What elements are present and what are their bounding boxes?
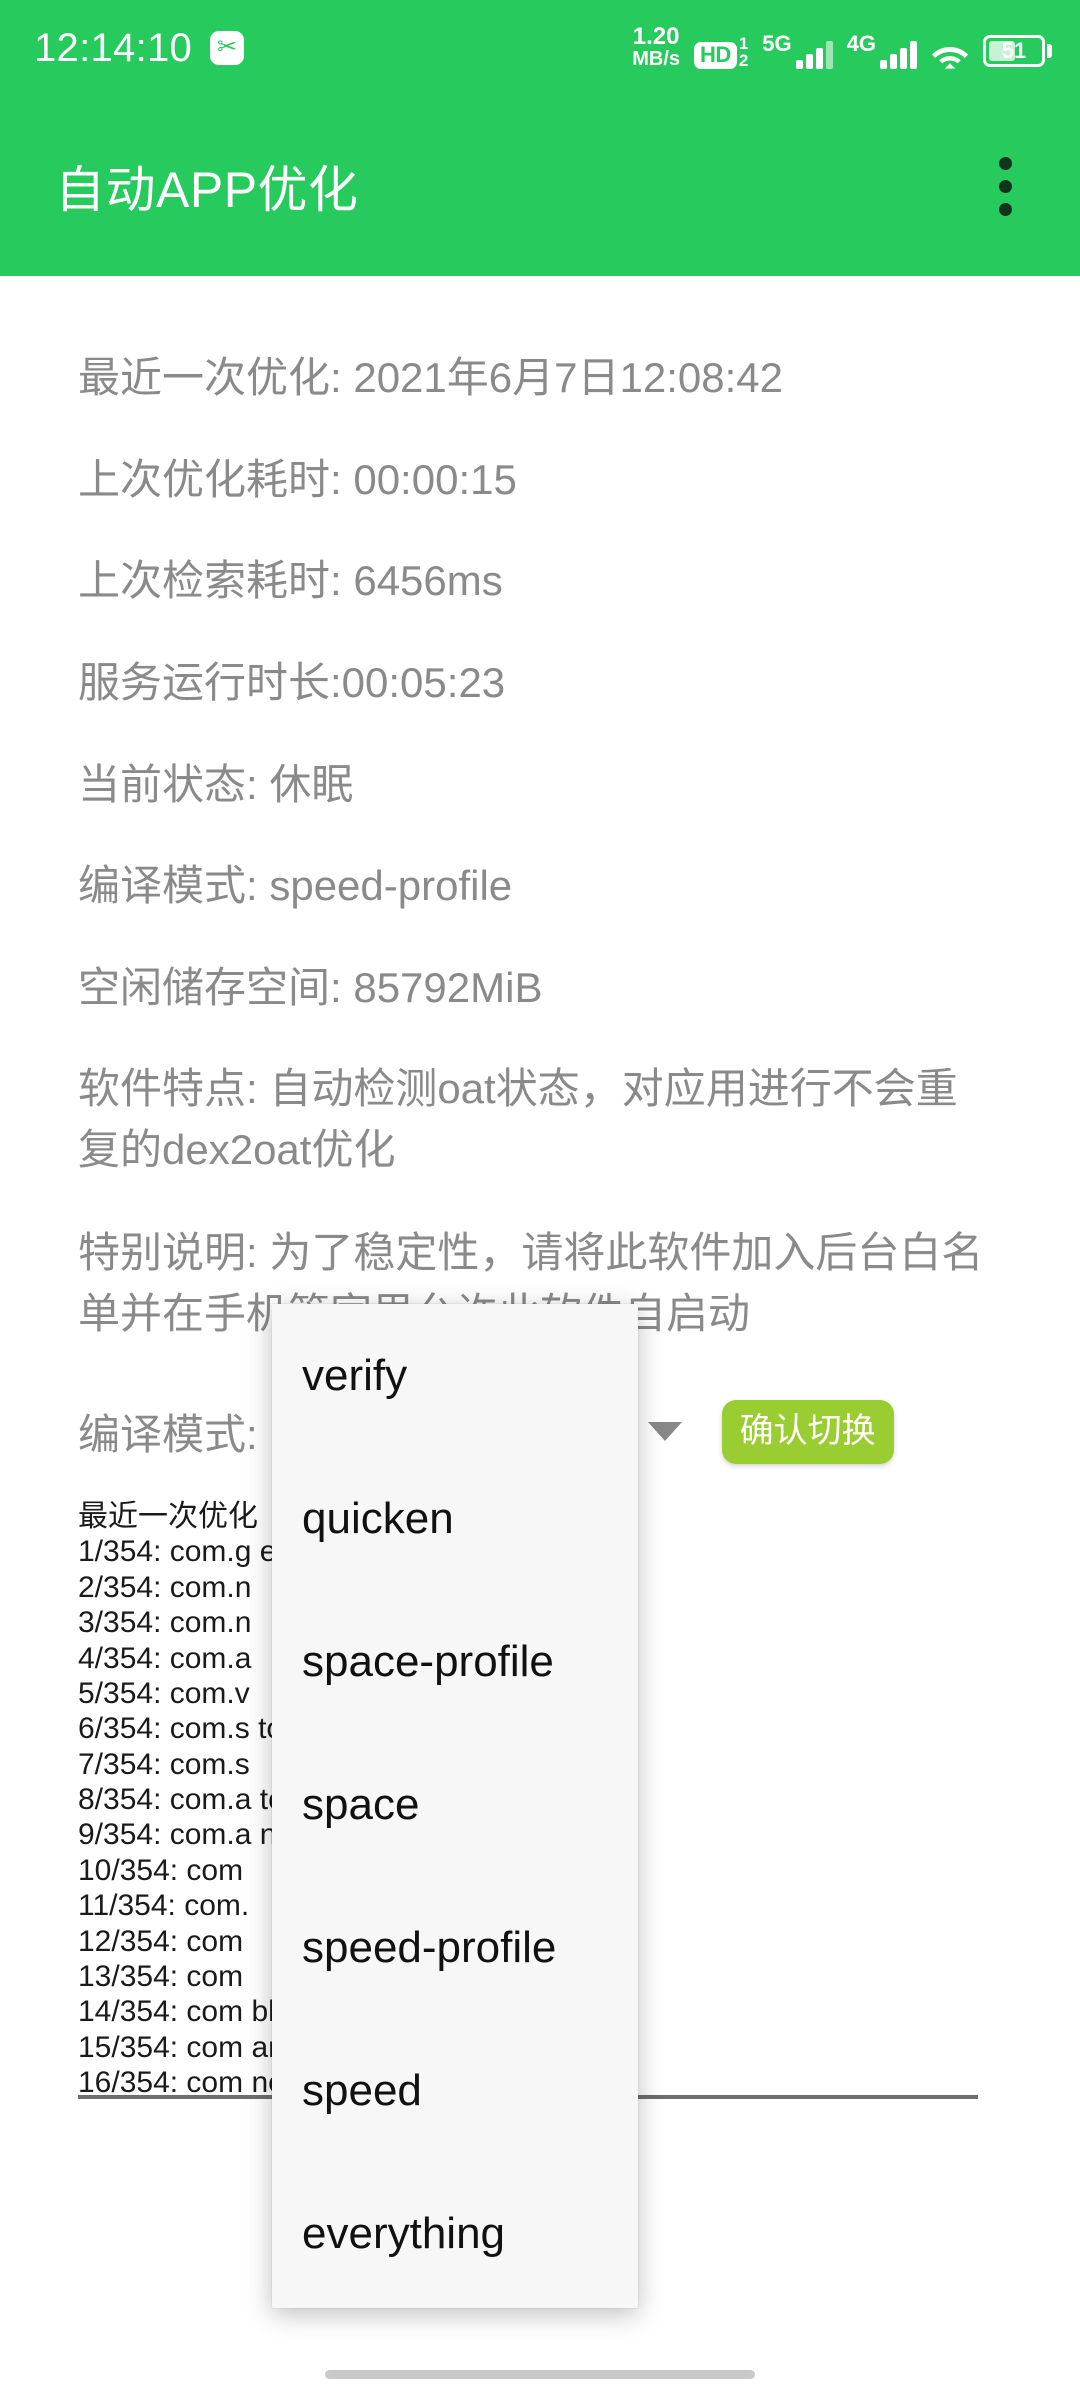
bar-1 xyxy=(795,60,803,70)
battery-percent-label: 51 xyxy=(1001,38,1027,64)
page-title: 自动APP优化 xyxy=(55,162,359,218)
overflow-dot-2 xyxy=(998,179,1012,193)
chevron-down-icon xyxy=(647,1422,682,1442)
overflow-menu-icon[interactable] xyxy=(970,141,1040,231)
status-clock: 12:14:10 xyxy=(34,25,193,70)
sim1-network-label: 5G xyxy=(762,31,792,57)
bar-2 xyxy=(805,54,813,70)
signal-sim1-icon: 5G xyxy=(762,31,833,71)
info-last-optimize-duration: 上次优化耗时: 00:00:15 xyxy=(78,455,517,503)
wifi-icon xyxy=(931,41,969,71)
sim2-network-label: 4G xyxy=(846,31,876,57)
bar-2 xyxy=(890,54,897,70)
hd-sim-top: 1 xyxy=(738,34,749,54)
dropdown-option-speed-profile[interactable]: speed-profile xyxy=(272,1876,638,2019)
dropdown-option-space-profile[interactable]: space-profile xyxy=(272,1590,638,1733)
sim1-signal-bars xyxy=(795,39,833,70)
info-last-optimize: 最近一次优化: 2021年6月7日12:08:42 xyxy=(78,354,783,401)
network-speed-indicator: 1.20 MB/s xyxy=(632,22,681,72)
system-navigation-bar xyxy=(0,2340,1080,2408)
bar-3 xyxy=(815,48,823,70)
info-compile-mode: 编译模式: speed-profile xyxy=(78,862,513,910)
bar-1 xyxy=(880,60,887,70)
info-features: 软件特点: 自动检测oat状态，对应用进行不会重复的dex2oat优化 xyxy=(78,1065,958,1174)
hd-label: HD xyxy=(694,42,737,70)
network-speed-unit: MB/s xyxy=(632,48,681,71)
compile-mode-label: 编译模式: xyxy=(78,1411,258,1459)
signal-sim2-icon: 4G xyxy=(847,33,917,71)
bar-4 xyxy=(910,41,917,70)
status-bar-right: 1.20 MB/s HD 1 2 5G 4G 51 xyxy=(632,22,1052,72)
overflow-dot-3 xyxy=(998,202,1012,216)
info-free-storage: 空闲储存空间: 85792MiB xyxy=(78,963,543,1011)
dropdown-option-space[interactable]: space xyxy=(272,1733,638,1876)
bar-3 xyxy=(900,48,907,70)
battery-icon: 51 xyxy=(983,35,1052,71)
status-bar: 12:14:10 1.20 MB/s HD 1 2 5G xyxy=(0,0,1080,96)
info-current-status: 当前状态: 休眠 xyxy=(78,760,354,808)
hd-sim-index: 1 2 xyxy=(739,35,748,69)
compile-mode-dropdown[interactable]: verify quicken space-profile space speed-pro… xyxy=(272,1304,638,2308)
hd-voice-icon: HD 1 2 xyxy=(694,35,748,71)
bar-4 xyxy=(825,41,833,70)
app-bar: 自动APP优化 xyxy=(0,96,1080,276)
info-last-scan-duration: 上次检索耗时: 6456ms xyxy=(78,557,503,605)
status-bar-left: 12:14:10 xyxy=(34,25,245,71)
dropdown-option-quicken[interactable]: quicken xyxy=(272,1447,638,1590)
dropdown-option-everything[interactable]: everything xyxy=(272,2162,638,2305)
dropdown-option-verify[interactable]: verify xyxy=(272,1304,638,1447)
scissors-icon xyxy=(210,31,245,65)
sim2-signal-bars xyxy=(880,39,917,70)
hd-sim-bottom: 2 xyxy=(738,51,749,71)
info-service-uptime: 服务运行时长:00:05:23 xyxy=(78,658,506,706)
overflow-dot-1 xyxy=(998,156,1012,170)
battery-body: 51 xyxy=(983,35,1045,68)
confirm-switch-button[interactable]: 确认切换 xyxy=(721,1399,894,1464)
battery-cap xyxy=(1047,44,1052,59)
phone-screen: 12:14:10 1.20 MB/s HD 1 2 5G xyxy=(0,0,1080,2408)
network-speed-value: 1.20 xyxy=(632,22,680,50)
dropdown-option-speed[interactable]: speed xyxy=(272,2019,638,2162)
home-indicator[interactable] xyxy=(325,2369,755,2379)
